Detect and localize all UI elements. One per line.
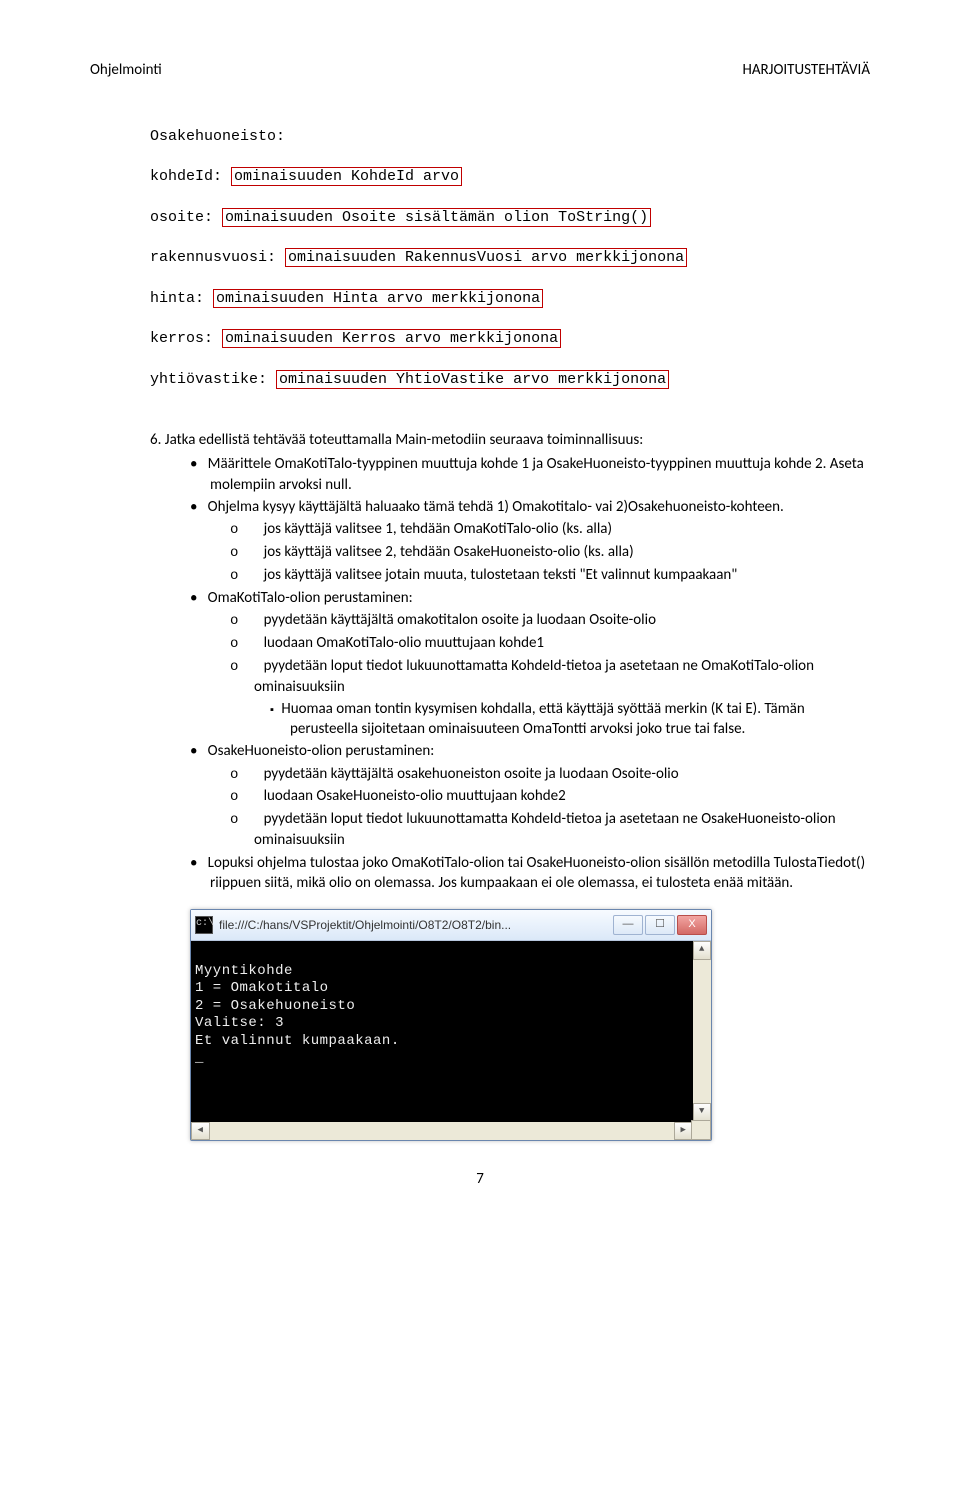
code-block: Osakehuoneisto: kohdeId: ominaisuuden Ko… — [150, 106, 870, 410]
code-l3-box: ominaisuuden Osoite sisältämän olion ToS… — [222, 208, 651, 227]
bullet-osh-step1: pyydetään käyttäjältä osakehuoneiston os… — [230, 764, 870, 785]
console-line-2: 1 = Omakotitalo — [195, 980, 329, 996]
scroll-up-button[interactable]: ▲ — [693, 941, 711, 960]
console-title: file:///C:/hans/VSProjektit/Ohjelmointi/… — [219, 917, 613, 933]
code-l5-label: hinta: — [150, 290, 213, 307]
console-window: c:\ file:///C:/hans/VSProjektit/Ohjelmoi… — [190, 909, 712, 1141]
console-cursor: _ — [195, 1050, 204, 1066]
console-titlebar[interactable]: c:\ file:///C:/hans/VSProjektit/Ohjelmoi… — [191, 910, 711, 941]
console-body[interactable]: Myyntikohde 1 = Omakotitalo 2 = Osakehuo… — [191, 941, 711, 1140]
code-l6-box: ominaisuuden Kerros arvo merkkijonona — [222, 329, 561, 348]
bullet-okt-step3: pyydetään loput tiedot lukuunottamatta K… — [230, 656, 870, 697]
code-l3: osoite: ominaisuuden Osoite sisältämän o… — [150, 208, 870, 228]
code-l5: hinta: ominaisuuden Hinta arvo merkkijon… — [150, 289, 870, 309]
bullet-finally: Lopuksi ohjelma tulostaa joko OmaKotiTal… — [190, 853, 870, 894]
code-l5-box: ominaisuuden Hinta arvo merkkijonona — [213, 289, 543, 308]
bullet-choice-1: jos käyttäjä valitsee 1, tehdään OmaKoti… — [230, 519, 870, 540]
close-button[interactable]: X — [677, 915, 707, 935]
horizontal-scrollbar[interactable]: ◀ ▶ — [191, 1122, 693, 1140]
page-number: 7 — [90, 1169, 870, 1189]
console-icon: c:\ — [195, 916, 213, 934]
bullet-okt-step1: pyydetään käyttäjältä omakotitalon osoit… — [230, 610, 870, 631]
bullet-choice-2: jos käyttäjä valitsee 2, tehdään OsakeHu… — [230, 542, 870, 563]
vertical-scrollbar[interactable]: ▲ ▼ — [693, 941, 711, 1122]
code-l2-box: ominaisuuden KohdeId arvo — [231, 167, 462, 186]
code-l7-box: ominaisuuden YhtioVastike arvo merkkijon… — [276, 370, 669, 389]
bullet-define-vars: Määrittele OmaKotiTalo-tyyppinen muuttuj… — [190, 454, 870, 495]
bullet-osh-step3: pyydetään loput tiedot lukuunottamatta K… — [230, 809, 870, 850]
code-l4-box: ominaisuuden RakennusVuosi arvo merkkijo… — [285, 248, 687, 267]
scroll-left-button[interactable]: ◀ — [191, 1122, 210, 1140]
bullet-okt-step2: luodaan OmaKotiTalo-olio muuttujaan kohd… — [230, 633, 870, 654]
header-left: Ohjelmointi — [90, 60, 162, 80]
code-l6: kerros: ominaisuuden Kerros arvo merkkij… — [150, 329, 870, 349]
code-l4: rakennusvuosi: ominaisuuden RakennusVuos… — [150, 248, 870, 268]
code-l6-label: kerros: — [150, 330, 222, 347]
vscroll-track[interactable] — [693, 960, 711, 1103]
code-l2-label: kohdeId: — [150, 168, 231, 185]
console-line-5: Et valinnut kumpaakaan. — [195, 1033, 400, 1049]
code-l7: yhtiövastike: ominaisuuden YhtioVastike … — [150, 370, 870, 390]
console-line-3: 2 = Osakehuoneisto — [195, 998, 355, 1014]
code-l4-label: rakennusvuosi: — [150, 249, 285, 266]
console-line-1: Myyntikohde — [195, 963, 293, 979]
code-l1: Osakehuoneisto: — [150, 127, 870, 147]
task-heading: 6. Jatka edellistä tehtävää toteuttamall… — [150, 430, 870, 450]
code-l3-label: osoite: — [150, 209, 222, 226]
code-l2: kohdeId: ominaisuuden KohdeId arvo — [150, 167, 870, 187]
minimize-button[interactable]: — — [613, 915, 643, 935]
maximize-button[interactable]: ☐ — [645, 915, 675, 935]
bullet-omakotitalo-heading: OmaKotiTalo-olion perustaminen: — [190, 588, 870, 608]
page-header: Ohjelmointi HARJOITUSTEHTÄVIÄ — [90, 60, 870, 80]
header-right: HARJOITUSTEHTÄVIÄ — [743, 60, 871, 80]
console-line-4: Valitse: 3 — [195, 1015, 284, 1031]
hscroll-track[interactable] — [210, 1122, 674, 1140]
window-buttons: — ☐ X — [613, 915, 707, 935]
code-l7-label: yhtiövastike: — [150, 371, 276, 388]
bullet-okt-note: Huomaa oman tontin kysymisen kohdalla, e… — [270, 699, 870, 740]
scrollbar-corner — [691, 1120, 711, 1140]
bullet-osh-step2: luodaan OsakeHuoneisto-olio muuttujaan k… — [230, 786, 870, 807]
bullet-osakehuoneisto-heading: OsakeHuoneisto-olion perustaminen: — [190, 741, 870, 761]
bullet-ask-user: Ohjelma kysyy käyttäjältä haluaako tämä … — [190, 497, 870, 517]
bullet-choice-else: jos käyttäjä valitsee jotain muuta, tulo… — [230, 565, 870, 586]
